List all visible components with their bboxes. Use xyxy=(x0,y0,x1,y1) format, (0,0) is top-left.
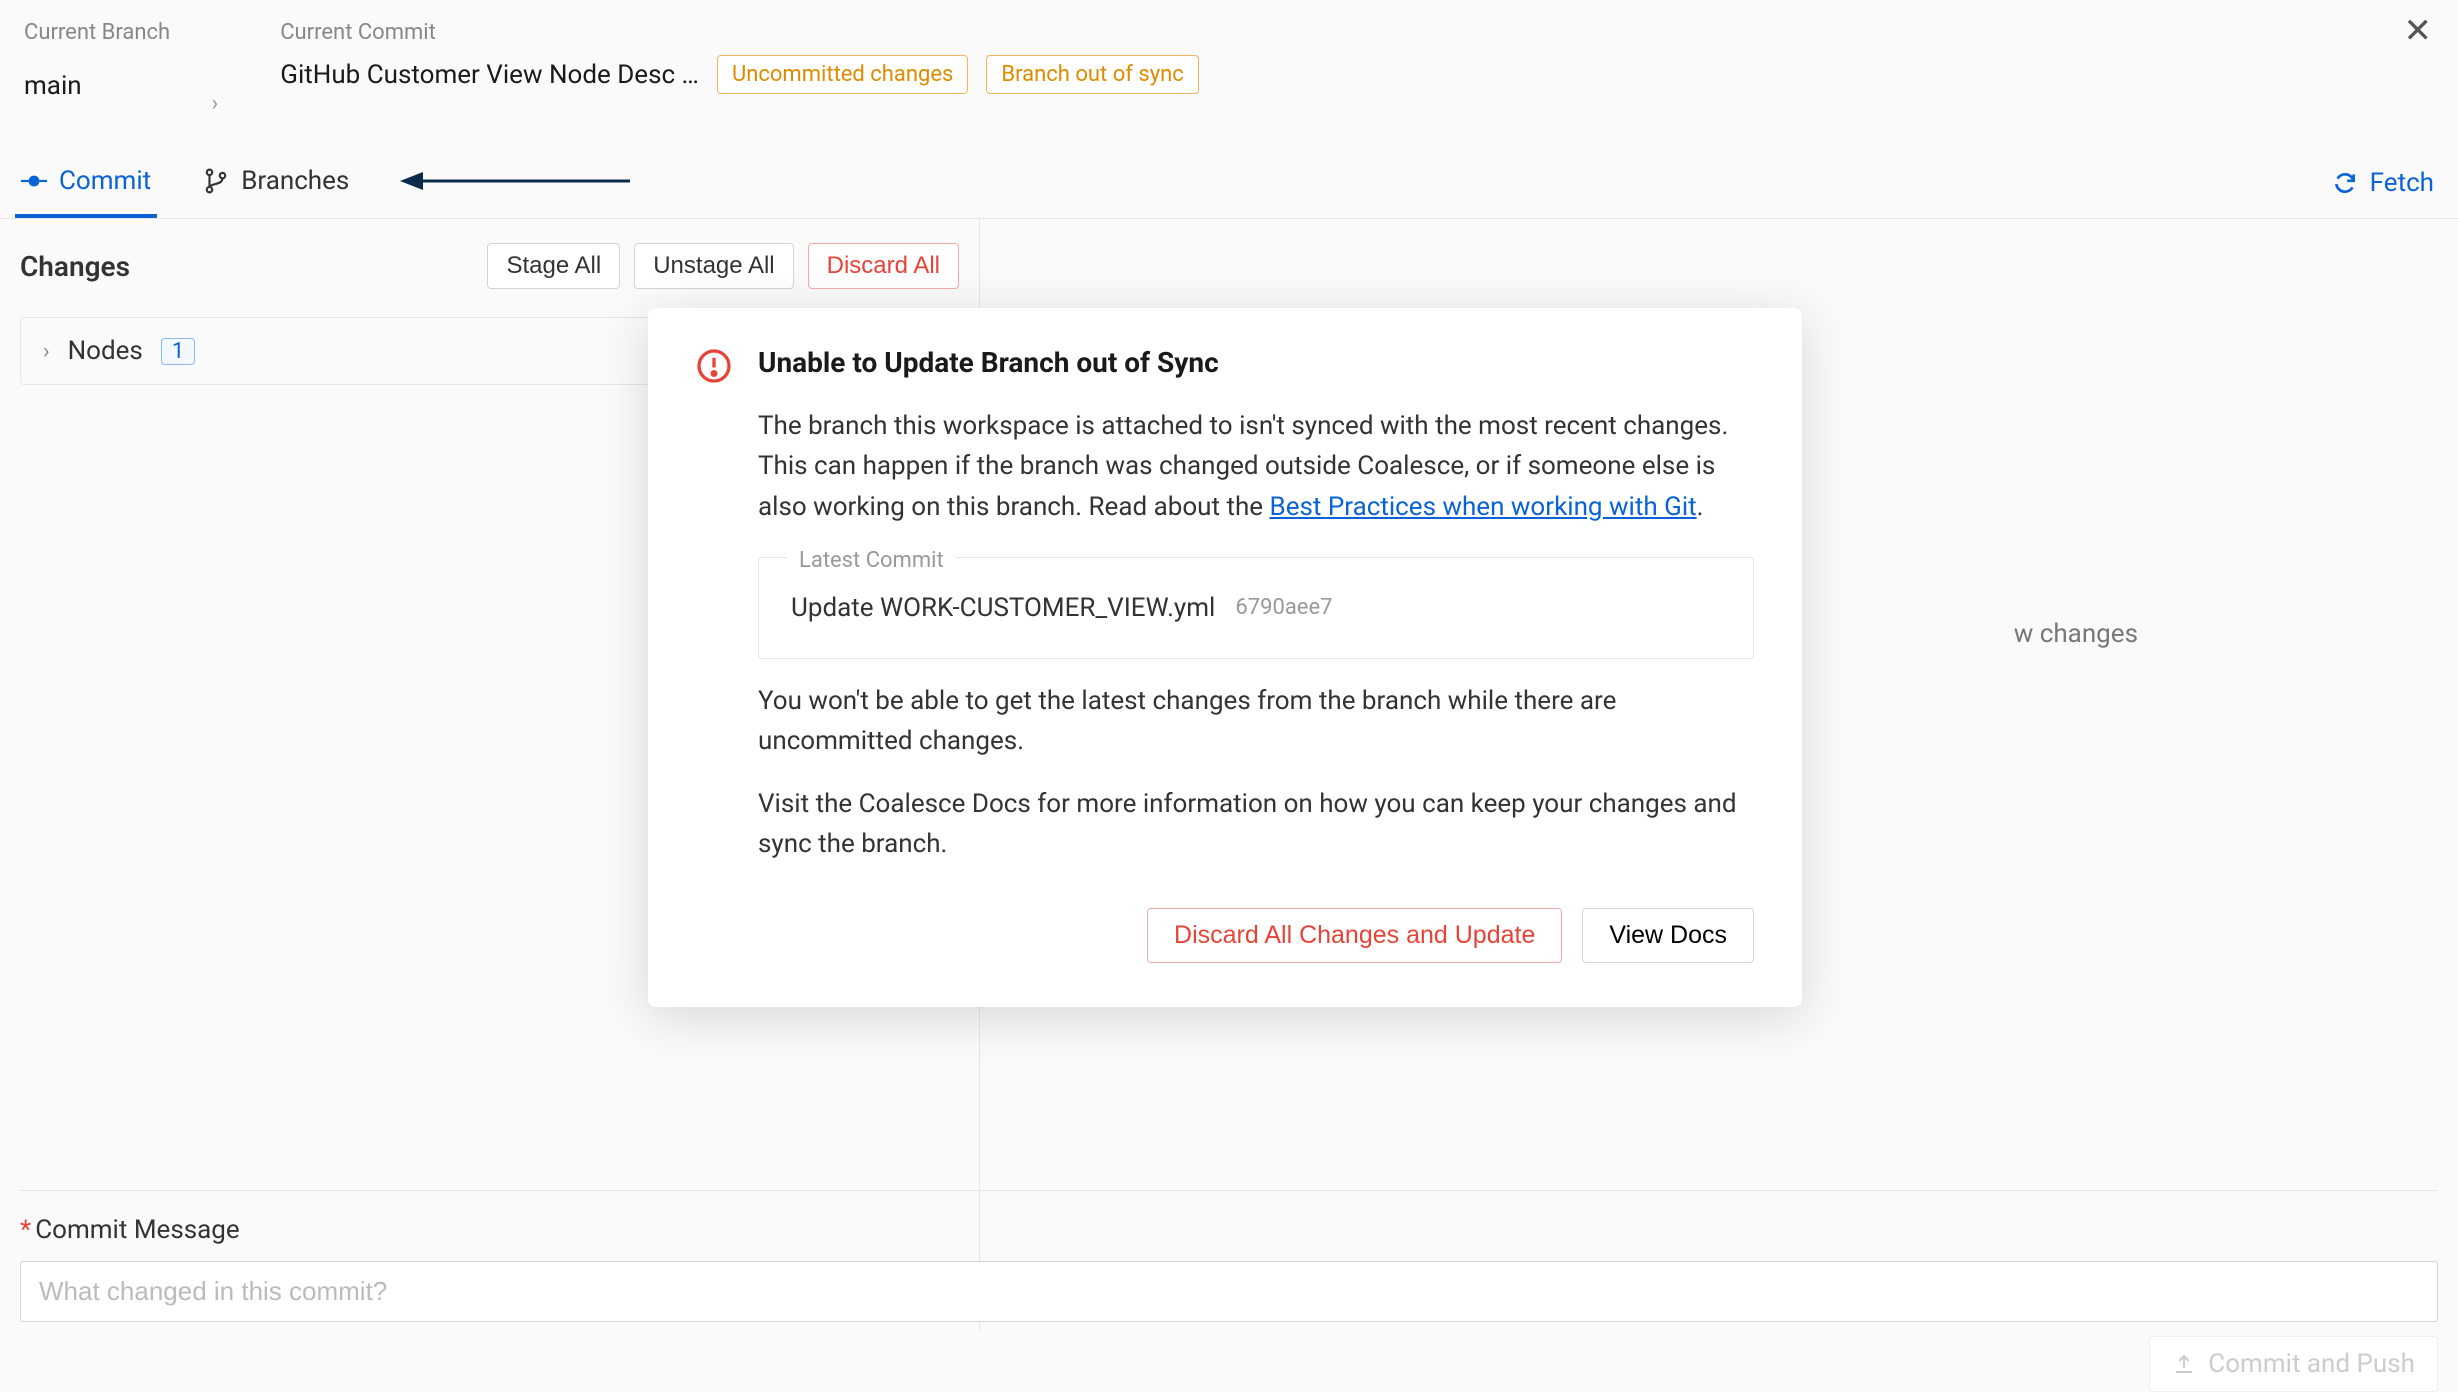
current-commit-label: Current Commit xyxy=(280,20,1199,45)
fetch-button[interactable]: Fetch xyxy=(2332,168,2434,216)
current-branch-label: Current Branch xyxy=(24,20,230,45)
uncommitted-badge: Uncommitted changes xyxy=(717,55,968,94)
tab-commit[interactable]: Commit xyxy=(15,166,157,218)
modal-para1: The branch this workspace is attached to… xyxy=(758,406,1754,527)
current-branch-block: Current Branch main › xyxy=(24,20,230,116)
modal-para3: Visit the Coalesce Docs for more informa… xyxy=(758,784,1754,865)
refresh-icon xyxy=(2332,170,2358,196)
best-practices-link[interactable]: Best Practices when working with Git xyxy=(1270,492,1697,522)
close-icon[interactable]: ✕ xyxy=(2404,14,2433,48)
discard-update-button[interactable]: Discard All Changes and Update xyxy=(1147,908,1562,963)
commit-push-label: Commit and Push xyxy=(2208,1349,2415,1379)
header: Current Branch main › Current Commit Git… xyxy=(0,0,2458,116)
latest-commit-message: Update WORK-CUSTOMER_VIEW.yml xyxy=(791,588,1215,628)
latest-commit-legend: Latest Commit xyxy=(787,544,956,578)
latest-commit-sha: 6790aee7 xyxy=(1235,591,1332,625)
chevron-right-icon: › xyxy=(43,339,50,364)
nodes-count-badge: 1 xyxy=(161,338,195,365)
commit-push-button[interactable]: Commit and Push xyxy=(2149,1336,2438,1392)
sync-modal: Unable to Update Branch out of Sync The … xyxy=(648,308,1802,1007)
commit-message-input[interactable] xyxy=(20,1261,2438,1322)
upload-icon xyxy=(2172,1352,2196,1376)
required-asterisk: * xyxy=(20,1215,31,1245)
current-branch-value[interactable]: main xyxy=(24,71,82,101)
modal-title: Unable to Update Branch out of Sync xyxy=(758,346,1219,379)
changes-title: Changes xyxy=(20,250,130,283)
tab-branches[interactable]: Branches xyxy=(197,166,355,218)
right-pane-hint: w changes xyxy=(2014,619,2138,649)
stage-all-button[interactable]: Stage All xyxy=(487,243,620,289)
discard-all-button[interactable]: Discard All xyxy=(808,243,959,289)
git-panel: Current Branch main › Current Commit Git… xyxy=(0,0,2458,1362)
tab-branches-label: Branches xyxy=(241,166,349,196)
tab-bar: Commit Branches Fetch xyxy=(0,136,2458,219)
alert-icon xyxy=(696,348,732,384)
commit-message-label: *Commit Message xyxy=(20,1215,2438,1245)
current-commit-value: GitHub Customer View Node Desc … xyxy=(280,60,699,90)
view-docs-button[interactable]: View Docs xyxy=(1582,908,1754,963)
out-of-sync-badge: Branch out of sync xyxy=(986,55,1198,94)
current-commit-block: Current Commit GitHub Customer View Node… xyxy=(280,20,1199,94)
fetch-label: Fetch xyxy=(2370,168,2434,198)
chevron-right-icon: › xyxy=(212,91,219,116)
commit-icon xyxy=(21,168,47,194)
nodes-label: Nodes xyxy=(68,336,143,366)
commit-message-area: *Commit Message Commit and Push xyxy=(20,1190,2438,1322)
tab-commit-label: Commit xyxy=(59,166,151,196)
annotation-arrow-icon xyxy=(395,166,635,196)
unstage-all-button[interactable]: Unstage All xyxy=(634,243,793,289)
modal-para2: You won't be able to get the latest chan… xyxy=(758,681,1754,762)
latest-commit-box: Latest Commit Update WORK-CUSTOMER_VIEW.… xyxy=(758,557,1754,659)
branch-icon xyxy=(203,168,229,194)
